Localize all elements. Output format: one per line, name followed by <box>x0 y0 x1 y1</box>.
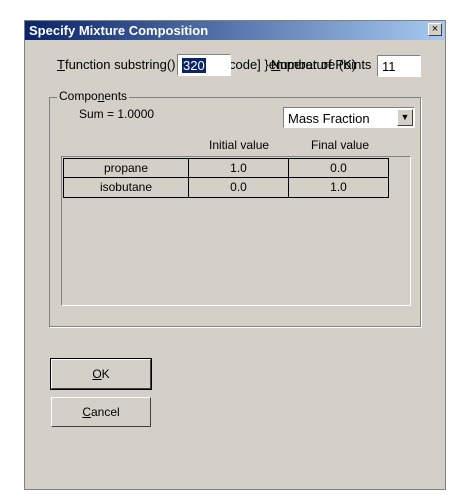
table-cell-initial[interactable]: 0.0 <box>189 178 289 198</box>
table-cell-initial[interactable]: 1.0 <box>189 158 289 178</box>
table-row-name[interactable]: isobutane <box>63 178 189 198</box>
fraction-type-select[interactable]: Mass Fraction ▼ <box>283 107 415 128</box>
mixture-composition-dialog: Specify Mixture Composition × Tfunction … <box>24 20 446 490</box>
window-title: Specify Mixture Composition <box>29 23 209 38</box>
table-cell-final[interactable]: 1.0 <box>289 178 389 198</box>
number-of-points-label: Number of Points <box>271 57 372 72</box>
table-row-name[interactable]: propane <box>63 158 189 178</box>
number-of-points-field[interactable]: 11 <box>377 55 421 77</box>
column-header-initial: Initial value <box>209 138 270 152</box>
ok-button[interactable]: OK <box>50 358 152 390</box>
temperature-field[interactable]: 320 <box>177 54 231 76</box>
close-icon[interactable]: × <box>428 23 442 36</box>
fraction-type-value: Mass Fraction <box>288 111 370 126</box>
temperature-value: 320 <box>182 58 206 73</box>
components-table: propane 1.0 0.0 isobutane 0.0 1.0 <box>61 156 411 306</box>
title-bar[interactable]: Specify Mixture Composition × <box>25 21 445 40</box>
cancel-button[interactable]: Cancel <box>51 397 151 427</box>
number-of-points-value: 11 <box>382 59 396 74</box>
column-header-final: Final value <box>311 138 370 152</box>
sum-text: Sum = 1.0000 <box>79 107 155 121</box>
chevron-down-icon[interactable]: ▼ <box>397 109 413 126</box>
components-group-label: Components <box>57 89 130 103</box>
table-cell-final[interactable]: 0.0 <box>289 158 389 178</box>
